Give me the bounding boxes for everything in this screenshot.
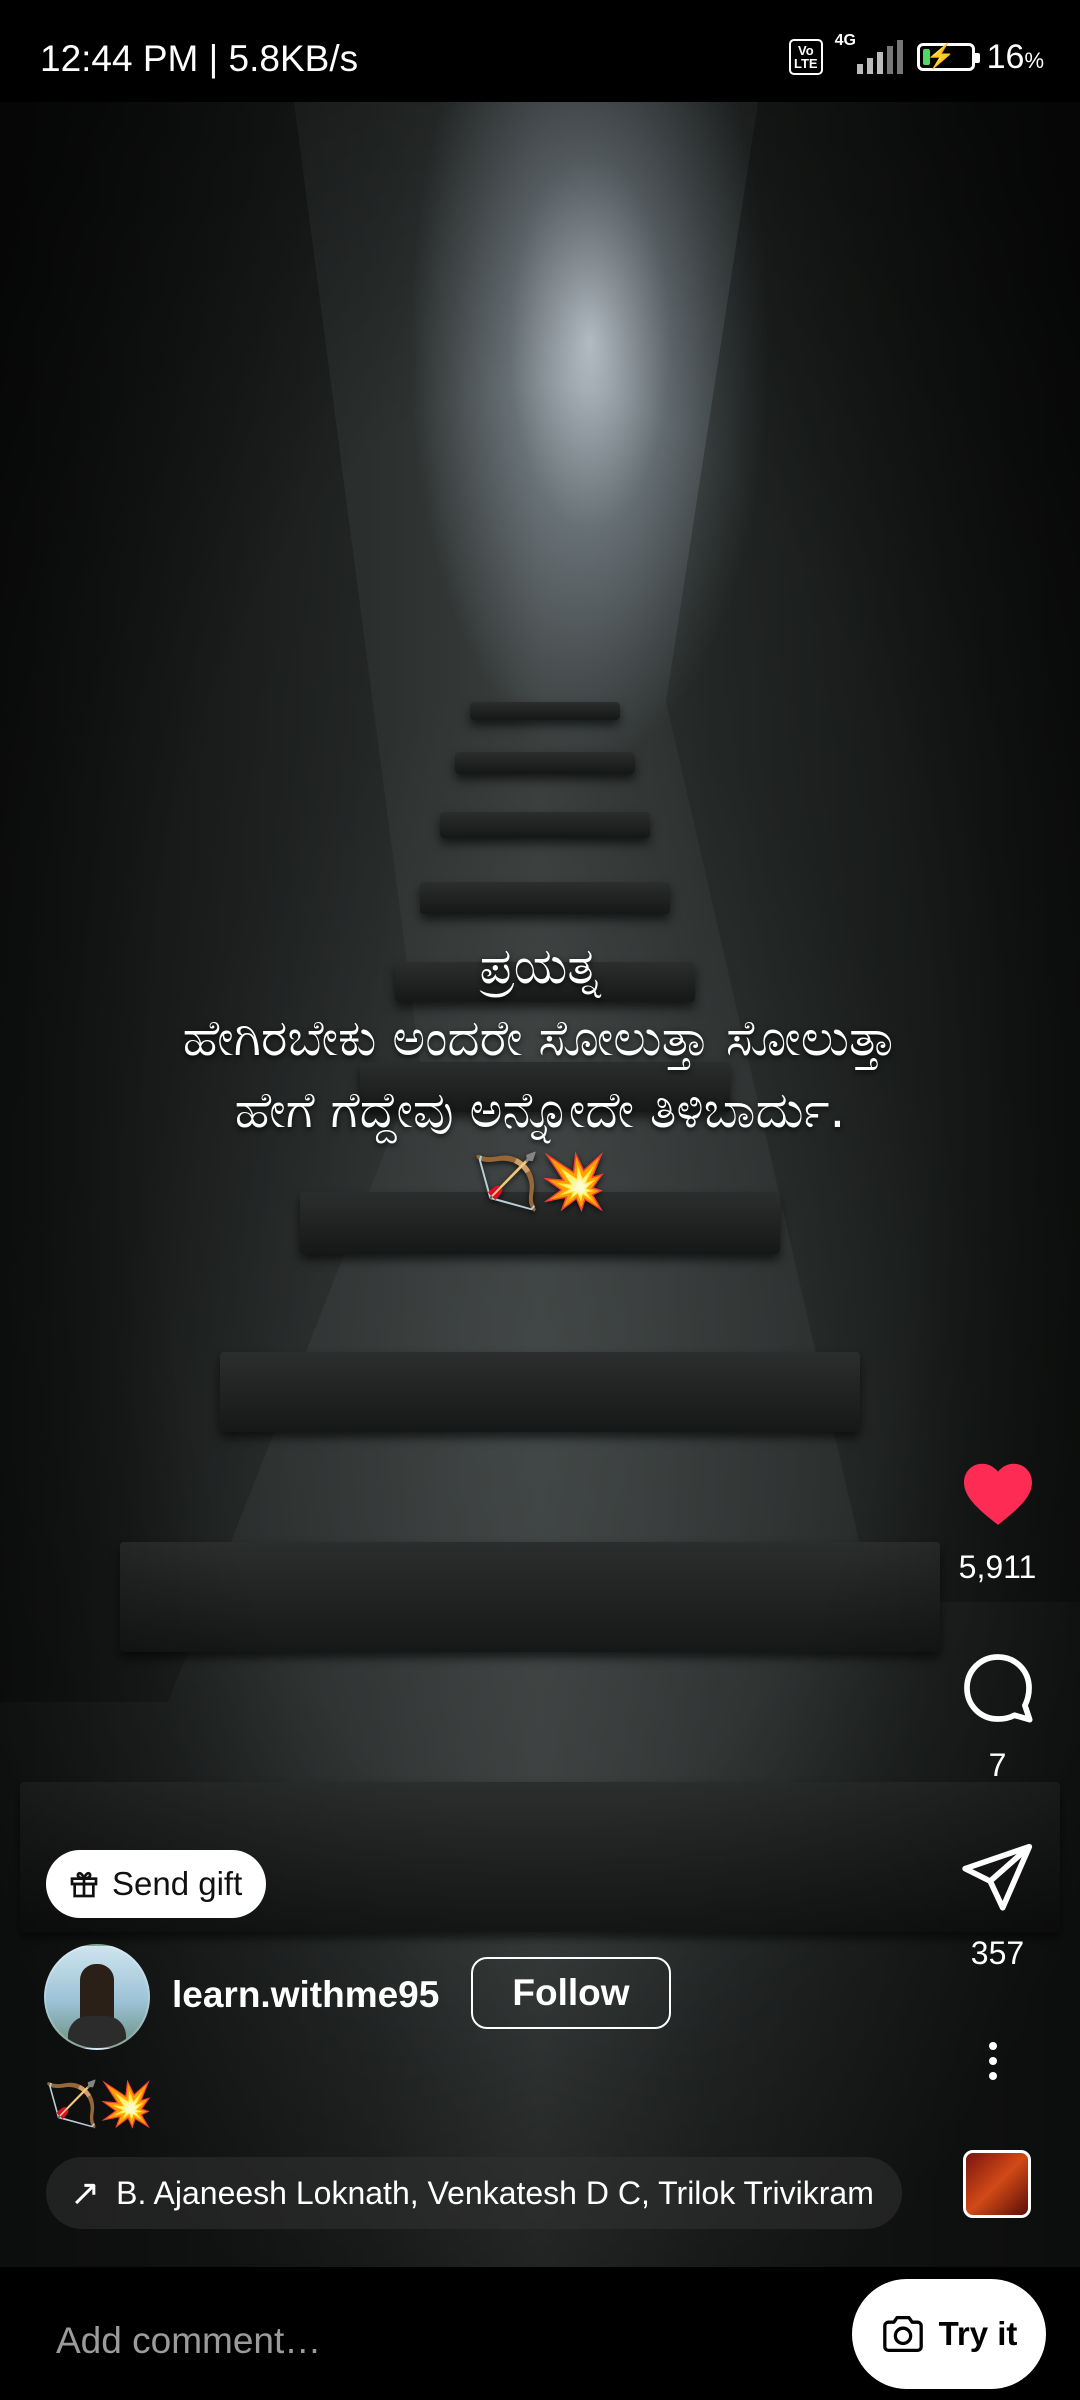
comment-count: 7	[988, 1747, 1007, 1783]
gift-icon	[70, 1871, 98, 1898]
status-icons: Vo LTE 4G ⚡ 16%	[789, 32, 1044, 78]
comment-input[interactable]	[54, 2319, 758, 2363]
share-send-icon[interactable]	[960, 1842, 1036, 1914]
network-type: 4G	[834, 32, 856, 49]
author-avatar[interactable]	[44, 1944, 150, 2050]
like-count: 5,911	[958, 1549, 1037, 1585]
status-time: 12:44 PM | 5.8KB/s	[40, 38, 359, 79]
battery-percent: 16%	[986, 37, 1044, 76]
try-it-label: Try it	[938, 2315, 1018, 2352]
caption-line-2: ಹೇಗಿರಬೇಕು ಅಂದರೇ ಸೋಲುತ್ತಾ ಸೋಲುತ್ತಾ	[182, 1009, 898, 1067]
comment-bubble-icon[interactable]	[960, 1650, 1036, 1726]
follow-button[interactable]: Follow	[471, 1957, 671, 2029]
send-gift-button[interactable]: Send gift	[46, 1850, 267, 1918]
audio-track-text: B. Ajaneesh Loknath, Venkatesh D C, Tril…	[116, 2174, 874, 2211]
status-bar: 12:44 PM | 5.8KB/s Vo LTE 4G ⚡ 16%	[0, 0, 1080, 102]
share-action: 357	[920, 1842, 1075, 1972]
more-options-icon[interactable]	[989, 2042, 999, 2087]
camera-icon	[882, 2316, 923, 2352]
caption-line-3: ಹೇಗೆ ಗೆದ್ದೇವು ಅನ್ನೋದೇ ತಿಳಿಬಾರ್ದು.	[234, 1081, 846, 1139]
post-caption[interactable]: 🏹💥	[44, 2078, 154, 2130]
arrow-up-right-icon: ↗	[70, 2172, 101, 2213]
like-action: 5,911	[920, 1460, 1075, 1586]
volte-icon: Vo LTE	[789, 39, 823, 75]
caption-emojis: 🏹💥	[472, 1150, 608, 1213]
comment-bar: Try it	[0, 2267, 1080, 2400]
share-count: 357	[970, 1935, 1025, 1971]
audio-track-pill[interactable]: ↗ B. Ajaneesh Loknath, Venkatesh D C, Tr…	[46, 2157, 902, 2229]
send-gift-label: Send gift	[112, 1865, 243, 1902]
reel-caption: ಪ್ರಯತ್ನ ಹೇಗಿರಬೇಕು ಅಂದರೇ ಸೋಲುತ್ತಾ ಸೋಲುತ್ತ…	[0, 930, 1080, 1218]
try-it-button[interactable]: Try it	[852, 2279, 1046, 2389]
caption-line-1: ಪ್ರಯತ್ನ	[479, 937, 601, 995]
battery-icon: ⚡	[916, 43, 980, 71]
author-username[interactable]: learn.withme95	[172, 1974, 439, 2016]
signal-icon: 4G	[835, 32, 905, 78]
comment-action: 7	[920, 1650, 1075, 1784]
heart-icon[interactable]	[960, 1460, 1036, 1528]
audio-thumbnail[interactable]	[963, 2150, 1031, 2218]
